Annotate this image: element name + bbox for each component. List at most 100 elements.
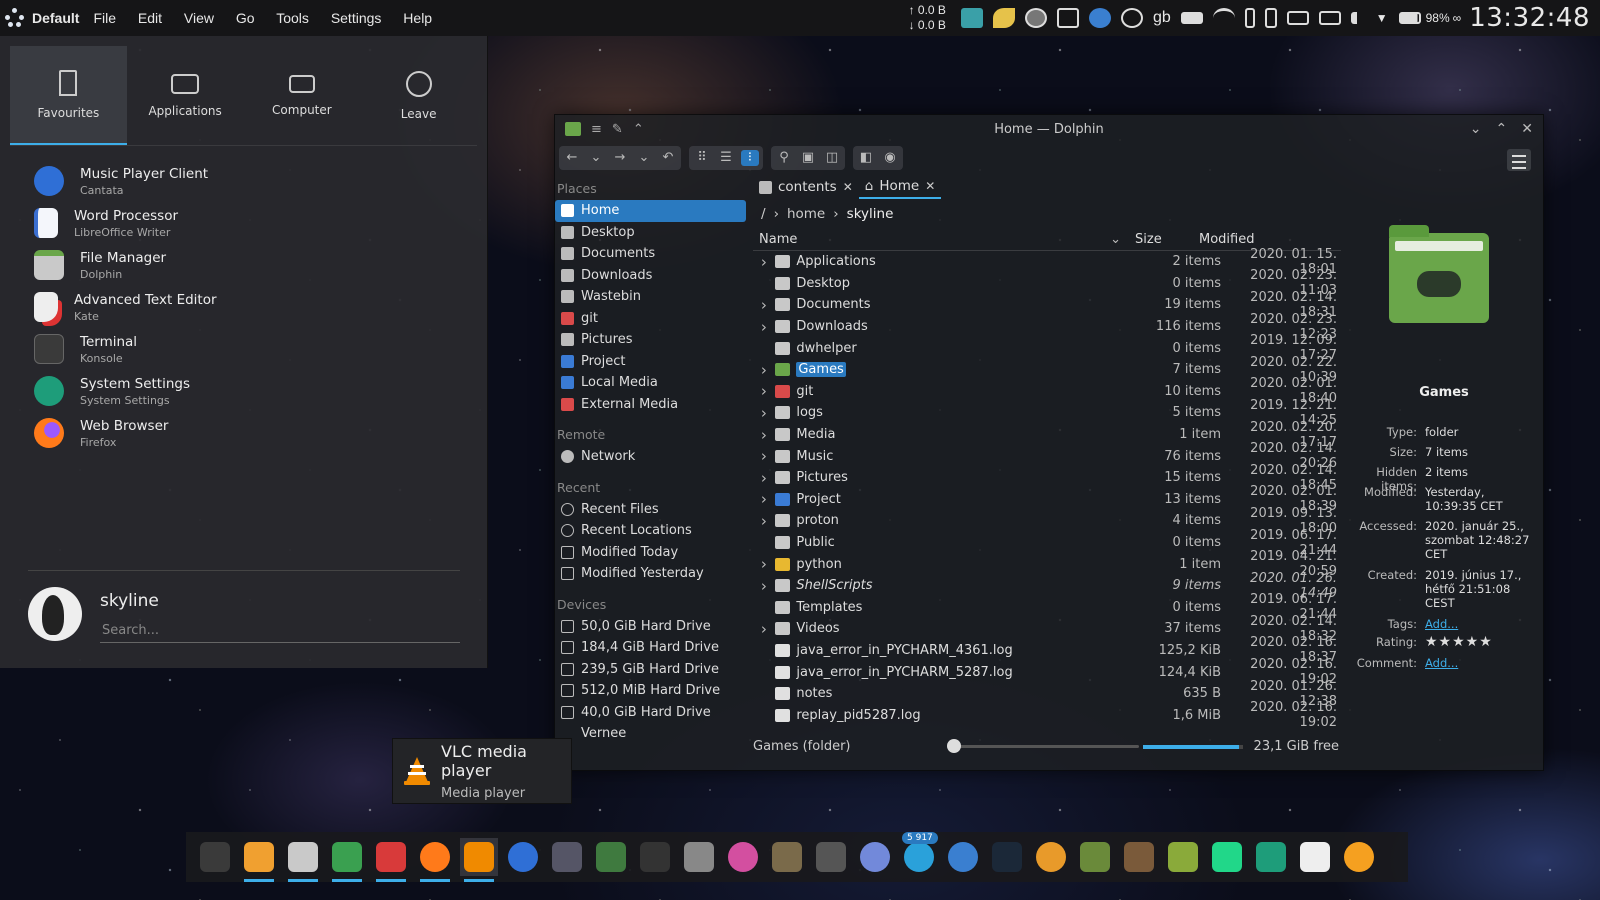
kde-logo-icon[interactable]	[4, 7, 26, 29]
add-tags-link[interactable]: Add...	[1425, 617, 1543, 631]
phone-icon[interactable]	[1264, 8, 1277, 28]
tab-favourites[interactable]: Favourites	[10, 46, 127, 145]
forward-history-icon[interactable]: ⌄	[635, 150, 653, 166]
taskbar-gimp[interactable]	[768, 838, 806, 876]
record-icon[interactable]	[1024, 8, 1047, 28]
pin-icon[interactable]: ✎	[612, 122, 623, 137]
battery-small-icon[interactable]	[1244, 8, 1255, 28]
terminal-panel-icon[interactable]: ◧	[857, 150, 875, 166]
column-name[interactable]: Name ⌄	[753, 232, 1127, 247]
expand-chevron-icon[interactable]: ›	[753, 512, 775, 530]
expand-chevron-icon[interactable]: ›	[753, 577, 775, 595]
place-wastebin[interactable]: Wastebin	[555, 286, 746, 308]
taskbar-settings-gear[interactable]	[1032, 838, 1070, 876]
taskbar-blender[interactable]	[1340, 838, 1378, 876]
device-drive-2[interactable]: 184,4 GiB Hard Drive	[555, 637, 746, 659]
minimize-icon[interactable]: ⌄	[1470, 121, 1482, 137]
back-history-icon[interactable]: ⌄	[587, 150, 605, 166]
crumb-home[interactable]: home	[787, 206, 825, 222]
place-modified-yesterday[interactable]: Modified Yesterday	[555, 563, 746, 585]
taskbar-telegram[interactable]: 5 917	[900, 832, 938, 876]
printer-icon[interactable]	[1286, 11, 1309, 25]
taskbar-thunderbird[interactable]	[944, 838, 982, 876]
hamburger-menu-icon[interactable]	[1507, 149, 1531, 171]
place-recent-locations[interactable]: Recent Locations	[555, 520, 746, 542]
clock[interactable]: 13:32:48	[1469, 3, 1590, 33]
fav-firefox[interactable]: Web Browser Firefox	[0, 412, 487, 454]
network-speed[interactable]: ↑ 0.0 B ↓ 0.0 B	[886, 3, 946, 33]
column-modified[interactable]: Modified	[1197, 232, 1327, 247]
image-viewer-icon[interactable]	[960, 8, 983, 28]
expand-chevron-icon[interactable]: ›	[753, 361, 775, 379]
back-icon[interactable]: ←	[563, 150, 581, 166]
color-picker-icon[interactable]	[992, 8, 1015, 28]
taskbar-discord[interactable]	[856, 838, 894, 876]
tab-applications[interactable]: Applications	[127, 46, 244, 145]
device-vernee[interactable]: Vernee	[555, 723, 746, 745]
icons-view-icon[interactable]: ⠿	[693, 150, 711, 166]
volume-icon[interactable]	[1350, 12, 1365, 24]
place-recent-files[interactable]: Recent Files	[555, 499, 746, 521]
title-bar[interactable]: ≡ ✎ ⌃ Home — Dolphin ⌄ ⌃ ✕	[555, 115, 1543, 143]
tab-leave[interactable]: Leave	[360, 46, 477, 145]
fav-writer[interactable]: Word Processor LibreOffice Writer	[0, 202, 487, 244]
battery-icon[interactable]	[1398, 12, 1421, 24]
clipboard-icon[interactable]	[1318, 11, 1341, 25]
expand-chevron-icon[interactable]: ›	[753, 296, 775, 314]
device-drive-4[interactable]: 512,0 MiB Hard Drive	[555, 680, 746, 702]
search-input[interactable]	[100, 619, 460, 643]
crumb-root[interactable]: /	[761, 206, 766, 222]
taskbar-kget[interactable]	[636, 838, 674, 876]
notification-icon[interactable]	[1056, 8, 1079, 28]
place-local-media[interactable]: Local Media	[555, 372, 746, 394]
rating-stars[interactable]: ★★★★★	[1425, 635, 1543, 649]
taskbar-gwenview[interactable]	[328, 838, 366, 882]
keyboard-layout[interactable]: gb	[1153, 9, 1171, 27]
device-drive-5[interactable]: 40,0 GiB Hard Drive	[555, 702, 746, 724]
workspace-name[interactable]: Default	[32, 10, 79, 26]
close-tab-icon[interactable]: ✕	[843, 180, 853, 194]
tray-expand-icon[interactable]: ▼	[1376, 11, 1388, 25]
expand-chevron-icon[interactable]: ›	[753, 555, 775, 573]
taskbar-ksysguard[interactable]	[548, 838, 586, 876]
search-icon[interactable]: ⚲	[775, 150, 793, 166]
taskbar-kate[interactable]	[1296, 838, 1334, 876]
keep-above-icon[interactable]: ⌃	[633, 122, 644, 137]
taskbar-cantata[interactable]	[504, 838, 542, 876]
split-icon[interactable]: ◫	[823, 150, 841, 166]
place-network[interactable]: Network	[555, 446, 746, 468]
taskbar-ark[interactable]	[680, 838, 718, 876]
menu-help[interactable]: Help	[403, 10, 432, 26]
place-git[interactable]: git	[555, 308, 746, 330]
fav-system-settings[interactable]: System Settings System Settings	[0, 370, 487, 412]
taskbar-android[interactable]	[1164, 838, 1202, 876]
taskbar-firefox[interactable]	[416, 838, 454, 882]
place-project[interactable]: Project	[555, 351, 746, 373]
tab-contents[interactable]: contents ✕	[753, 175, 859, 199]
tab-computer[interactable]: Computer	[244, 46, 361, 145]
menu-view[interactable]: View	[184, 10, 214, 26]
place-documents[interactable]: Documents	[555, 243, 746, 265]
expand-chevron-icon[interactable]: ›	[753, 490, 775, 508]
expand-chevron-icon[interactable]: ›	[753, 253, 775, 271]
close-tab-icon[interactable]: ✕	[925, 179, 935, 193]
fav-konsole[interactable]: Terminal Konsole	[0, 328, 487, 370]
taskbar-pycharm[interactable]	[1208, 838, 1246, 876]
place-home[interactable]: Home	[555, 200, 746, 222]
device-drive-3[interactable]: 239,5 GiB Hard Drive	[555, 659, 746, 681]
menu-tools[interactable]: Tools	[276, 10, 309, 26]
column-size[interactable]: Size	[1127, 232, 1197, 247]
hidden-files-icon[interactable]: ◉	[881, 150, 899, 166]
tab-home[interactable]: ⌂ Home ✕	[858, 175, 942, 199]
fav-kate[interactable]: Advanced Text Editor Kate	[0, 286, 487, 328]
close-icon[interactable]: ✕	[1521, 121, 1533, 137]
taskbar-system-settings[interactable]	[1252, 838, 1290, 876]
taskbar-vlc[interactable]	[460, 838, 498, 882]
device-drive-1[interactable]: 50,0 GiB Hard Drive	[555, 616, 746, 638]
media-play-icon[interactable]	[1120, 8, 1143, 28]
expand-chevron-icon[interactable]: ›	[753, 469, 775, 487]
taskbar-steam[interactable]	[988, 838, 1026, 876]
forward-icon[interactable]: →	[611, 150, 629, 166]
wifi-icon[interactable]	[1212, 8, 1235, 28]
fav-dolphin[interactable]: File Manager Dolphin	[0, 244, 487, 286]
